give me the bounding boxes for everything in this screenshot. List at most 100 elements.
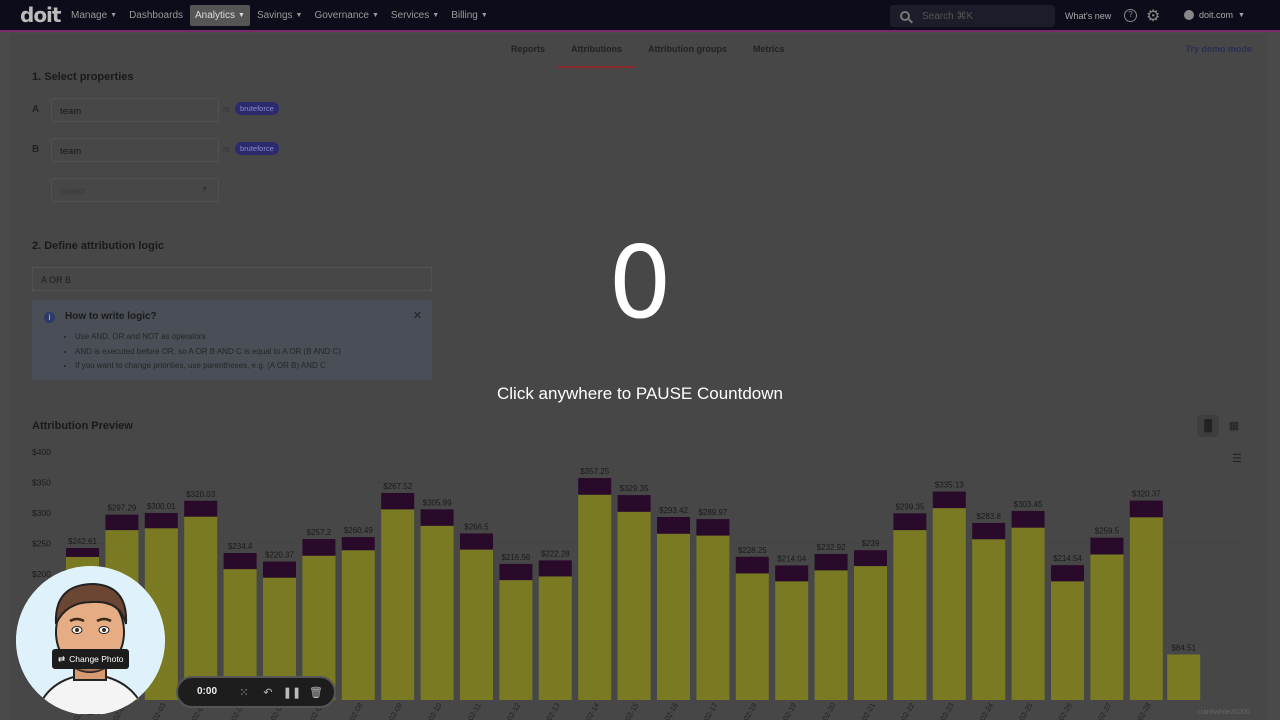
bar-segment-base[interactable] (617, 511, 651, 700)
bar-segment-top[interactable] (184, 500, 218, 517)
bar-segment-base[interactable] (538, 576, 572, 700)
bar-segment-base[interactable] (381, 509, 415, 700)
swap-icon: ⇄ (58, 653, 66, 664)
bar-data-label: $259.5 (1095, 527, 1120, 536)
bar-data-label: $214.54 (1053, 554, 1082, 563)
bar-segment-top[interactable] (144, 512, 178, 529)
x-tick-label: 02-26 (1057, 701, 1074, 720)
bar-segment-base[interactable] (814, 570, 848, 700)
bar-segment-base[interactable] (460, 549, 493, 700)
watermark-text: crankwhite20200 (1197, 709, 1250, 716)
bar-segment-base[interactable] (1011, 527, 1045, 700)
bar-data-label: $293.42 (659, 506, 688, 515)
x-tick-label: 02-17 (702, 701, 719, 720)
bar-segment-top[interactable] (617, 495, 651, 512)
recording-toolbar: 0:00 ⁙ ↶ ❚❚ 🗑 (176, 676, 336, 708)
x-tick-label: 02-22 (899, 701, 916, 720)
x-tick-label: 02-10 (426, 701, 443, 720)
recording-timer: 0:00 (196, 686, 217, 697)
bar-data-label: $283.8 (976, 512, 1001, 521)
bar-segment-base[interactable] (1167, 654, 1201, 700)
bar-segment-base[interactable] (341, 550, 375, 700)
bar-data-label: $289.97 (698, 508, 727, 517)
bar-segment-top[interactable] (932, 491, 966, 509)
change-photo-button[interactable]: ⇄ Change Photo (52, 649, 130, 669)
bar-segment-top[interactable] (578, 478, 612, 495)
countdown-hint[interactable]: Click anywhere to PAUSE Countdown (440, 384, 840, 404)
undo-icon[interactable]: ↶ (256, 686, 280, 699)
x-tick-label: 02-18 (741, 701, 758, 720)
bar-segment-top[interactable] (460, 533, 493, 550)
bar-segment-top[interactable] (696, 519, 730, 536)
bar-segment-top[interactable] (420, 509, 454, 526)
bar-data-label: $357.25 (580, 467, 609, 476)
bar-segment-base[interactable] (696, 535, 730, 700)
bar-segment-base[interactable] (854, 566, 887, 700)
x-tick-label: 02-20 (820, 701, 837, 720)
bar-segment-base[interactable] (1051, 581, 1084, 700)
bar-segment-base[interactable] (775, 581, 809, 700)
bar-segment-top[interactable] (775, 565, 809, 582)
bar-data-label: $335.13 (935, 481, 964, 490)
bar-segment-top[interactable] (302, 539, 336, 556)
x-tick-label: 02-09 (387, 701, 404, 720)
bar-data-label: $84.51 (1171, 643, 1196, 652)
x-tick-label: 02-03 (150, 701, 167, 720)
bar-segment-top[interactable] (341, 537, 375, 551)
bar-data-label: $300.01 (147, 502, 176, 511)
countdown-number[interactable]: 0 (540, 218, 740, 348)
bar-data-label: $214.04 (777, 554, 806, 563)
bar-segment-base[interactable] (1129, 517, 1163, 700)
x-tick-label: 02-16 (663, 701, 680, 720)
bar-segment-top[interactable] (381, 492, 415, 510)
x-tick-label: 02-12 (505, 701, 522, 720)
bar-segment-top[interactable] (66, 548, 99, 557)
bar-segment-base[interactable] (184, 516, 218, 700)
bar-data-label: $220.37 (265, 551, 294, 560)
bar-segment-top[interactable] (1090, 537, 1124, 555)
y-tick-label: $400 (32, 447, 51, 457)
bar-segment-top[interactable] (657, 517, 690, 534)
x-tick-label: 02-19 (781, 701, 798, 720)
bar-segment-base[interactable] (1090, 554, 1124, 700)
bar-segment-base[interactable] (578, 494, 612, 700)
bar-data-label: $257.2 (307, 528, 332, 537)
x-tick-label: 02-21 (860, 701, 877, 720)
bar-data-label: $297.29 (107, 504, 136, 513)
bar-segment-base[interactable] (735, 573, 769, 700)
pause-icon[interactable]: ❚❚ (280, 686, 304, 699)
bar-segment-top[interactable] (223, 553, 257, 570)
bar-segment-base[interactable] (972, 539, 1006, 700)
bar-segment-base[interactable] (932, 508, 966, 700)
bar-segment-base[interactable] (893, 530, 927, 700)
bar-segment-top[interactable] (105, 514, 139, 531)
bar-segment-top[interactable] (893, 513, 927, 531)
bar-segment-base[interactable] (657, 533, 690, 700)
bar-data-label: $305.99 (423, 498, 452, 507)
bar-segment-base[interactable] (499, 580, 533, 700)
x-tick-label: 02-27 (1096, 701, 1113, 720)
bar-segment-top[interactable] (814, 553, 848, 571)
bar-segment-top[interactable] (1051, 565, 1084, 582)
bar-segment-top[interactable] (1011, 510, 1045, 528)
bar-segment-base[interactable] (420, 525, 454, 700)
bar-segment-top[interactable] (854, 550, 887, 567)
bar-segment-top[interactable] (538, 560, 572, 577)
attribution-preview-chart: $400$350$300$250$200$242.6102-01$297.290… (32, 447, 1246, 720)
webcam-bubble[interactable] (16, 566, 165, 715)
x-tick-label: 02-23 (938, 701, 955, 720)
bar-segment-top[interactable] (735, 556, 769, 574)
bar-data-label: $222.28 (541, 549, 570, 558)
x-tick-label: 02-08 (347, 701, 364, 720)
bar-data-label: $299.35 (895, 502, 924, 511)
x-tick-label: 02-11 (466, 701, 483, 720)
bar-segment-top[interactable] (972, 522, 1006, 540)
bar-data-label: $260.49 (344, 526, 373, 535)
y-tick-label: $350 (32, 478, 51, 488)
bar-segment-top[interactable] (1129, 500, 1163, 518)
bar-segment-top[interactable] (499, 563, 533, 581)
bar-data-label: $234.4 (228, 542, 253, 551)
trash-icon[interactable]: 🗑 (304, 686, 328, 699)
grid-dots-icon[interactable]: ⁙ (232, 686, 256, 699)
bar-segment-top[interactable] (263, 561, 296, 578)
